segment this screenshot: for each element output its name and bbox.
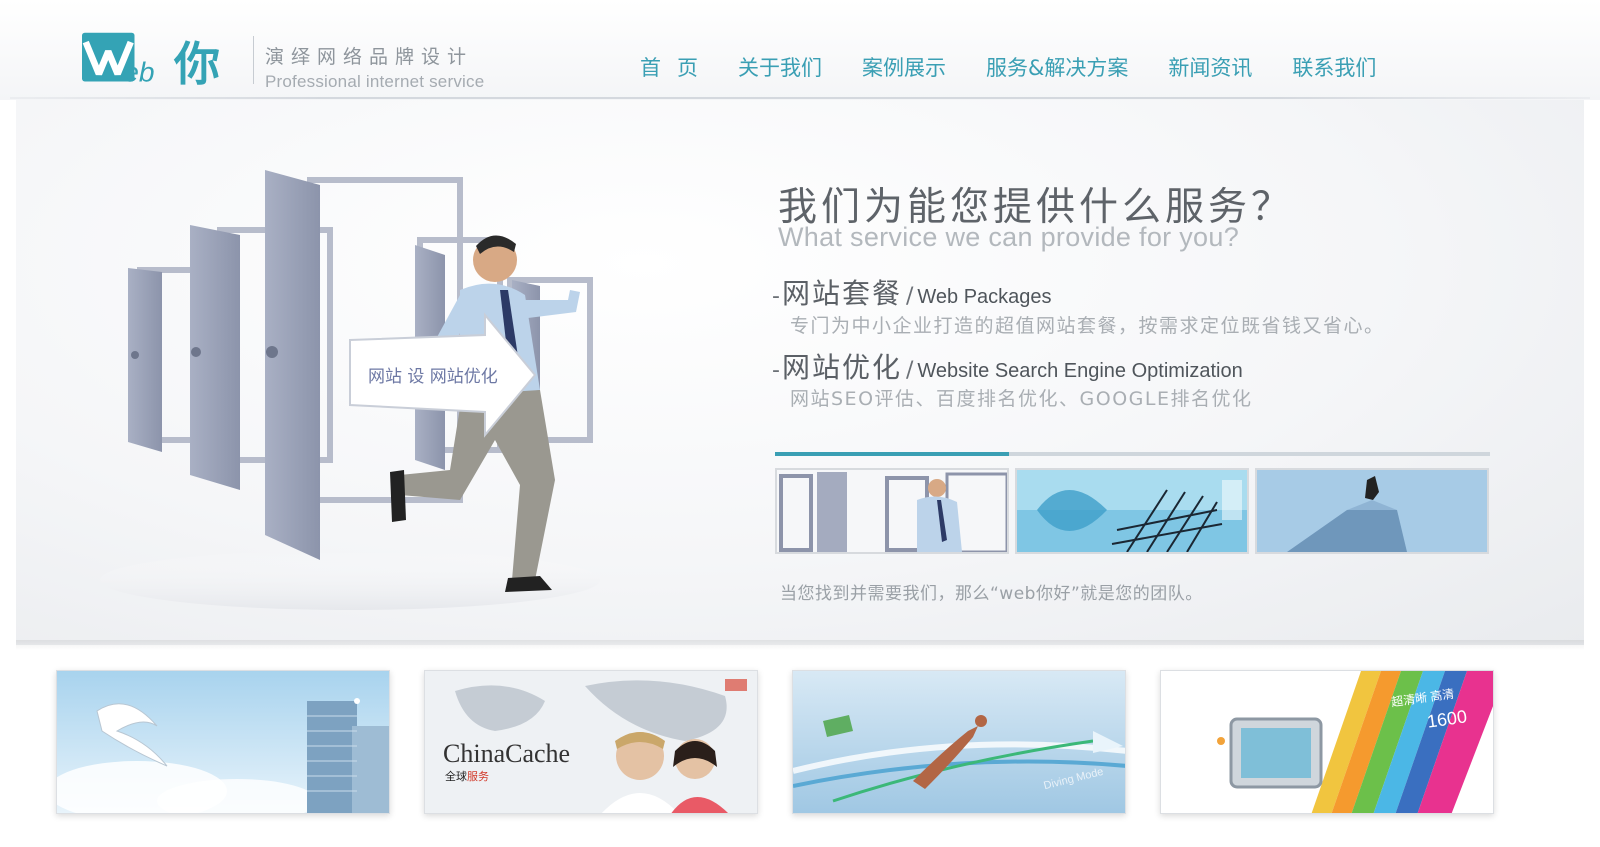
nav-services[interactable]: 服务&解决方案	[986, 52, 1128, 82]
site-header	[0, 0, 1600, 100]
nav-news[interactable]: 新闻资讯	[1168, 52, 1252, 82]
service-item-packages[interactable]: - 网站套餐 / Web Packages	[772, 272, 1052, 312]
banner-chinacache[interactable]: ChinaCache 全球服务	[424, 670, 758, 814]
item-title-cn: 网站优化	[781, 351, 902, 384]
nav-cases[interactable]: 案例展示	[862, 52, 946, 82]
svg-text:eb: eb	[123, 56, 154, 87]
item-dash: -	[772, 358, 780, 383]
header-divider	[10, 97, 1590, 99]
tagline-en: Professional internet service	[265, 72, 485, 91]
nav-contact[interactable]: 联系我们	[1292, 52, 1376, 82]
site-logo[interactable]: eb 你好	[82, 28, 232, 157]
item-title-en: Web Packages	[917, 286, 1052, 308]
slider-thumb-3[interactable]	[1255, 468, 1489, 554]
services-subtitle: What service we can provide for you?	[778, 222, 1240, 252]
item-dash: -	[772, 284, 780, 309]
logo-separator	[253, 36, 254, 84]
slider-indicator-active	[775, 452, 1009, 456]
banner-diver-image	[793, 671, 1125, 813]
service-item-seo[interactable]: - 网站优化 / Website Search Engine Optimizat…	[772, 346, 1243, 386]
chinacache-sub: 全球服务	[445, 768, 489, 784]
case-banners: ChinaCache 全球服务 Diving Mode 超清晰 高清 1600	[56, 670, 1494, 814]
item-title-en: Website Search Engine Optimization	[917, 360, 1243, 382]
thumb-doors-image	[777, 470, 1007, 552]
thumb-skyscraper-image	[1257, 470, 1487, 552]
slider-indicator	[775, 452, 1490, 456]
arrow-sign-text: 网站 设 网站优化	[368, 367, 498, 387]
item-slash: /	[905, 284, 914, 309]
banner-diver[interactable]: Diving Mode	[792, 670, 1126, 814]
hero-illustration: 网站 设 网站优化	[100, 170, 600, 610]
hero-shadow	[16, 640, 1584, 650]
chinacache-brand: ChinaCache	[443, 739, 571, 768]
banner-city-bird[interactable]	[56, 670, 390, 814]
tagline: 演绎网络品牌设计 Professional internet service	[265, 42, 484, 92]
item-slash: /	[905, 358, 914, 383]
nav-home[interactable]: 首页	[640, 52, 714, 82]
slider-thumb-1[interactable]	[775, 468, 1009, 554]
hero-caption: 当您找到并需要我们，那么“web你好”就是您的团队。	[780, 584, 1203, 604]
chinacache-sub-a: 全球	[445, 770, 467, 783]
chinacache-sub-b: 服务	[467, 770, 489, 783]
service-item-seo-desc: 网站SEO评估、百度排名优化、GOOGLE排名优化	[790, 388, 1253, 410]
banner-city-image	[57, 671, 389, 813]
banner-rainbow-promo[interactable]: 超清晰 高清 1600	[1160, 670, 1494, 814]
thumb-grid-image	[1017, 470, 1247, 552]
main-nav: 首页 关于我们 案例展示 服务&解决方案 新闻资讯 联系我们	[640, 52, 1376, 82]
service-item-packages-desc: 专门为中小企业打造的超值网站套餐，按需求定位既省钱又省心。	[790, 315, 1385, 337]
slider-thumb-2[interactable]	[1015, 468, 1249, 554]
slider-thumbnails	[775, 468, 1495, 554]
item-title-cn: 网站套餐	[781, 277, 902, 310]
nav-about[interactable]: 关于我们	[738, 52, 822, 82]
tagline-cn: 演绎网络品牌设计	[265, 46, 474, 68]
